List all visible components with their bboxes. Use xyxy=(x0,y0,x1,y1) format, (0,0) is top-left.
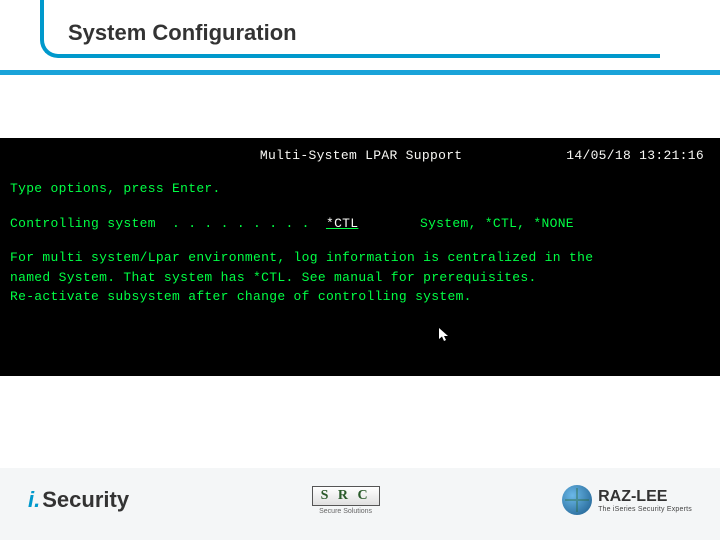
terminal-header: Multi-System LPAR Support 14/05/18 13:21… xyxy=(10,146,710,167)
field-hint: System, *CTL, *NONE xyxy=(420,214,574,235)
src-logo-tagline: Secure Solutions xyxy=(319,508,372,515)
slide-header: System Configuration xyxy=(0,0,720,70)
razlee-name: RAZ-LEE xyxy=(598,488,692,506)
terminal-field-row: Controlling system . . . . . . . . . *CT… xyxy=(10,214,710,235)
src-logo-text: S R C xyxy=(312,486,380,506)
controlling-system-input[interactable]: *CTL xyxy=(326,214,400,235)
terminal-screen: Multi-System LPAR Support 14/05/18 13:21… xyxy=(0,138,720,376)
src-logo: S R C Secure Solutions xyxy=(312,486,380,515)
terminal-title: Multi-System LPAR Support xyxy=(156,146,566,167)
isecurity-logo: i. Security xyxy=(28,487,129,513)
razlee-tagline: The iSeries Security Experts xyxy=(598,506,692,513)
logo-security-text: Security xyxy=(42,487,129,513)
razlee-text-group: RAZ-LEE The iSeries Security Experts xyxy=(598,488,692,513)
terminal-description: For multi system/Lpar environment, log i… xyxy=(10,248,710,307)
logo-i-text: i. xyxy=(28,487,40,513)
slide-footer: i. Security S R C Secure Solutions RAZ-L… xyxy=(0,468,720,540)
field-dots: . . . . . . . . . xyxy=(156,214,326,235)
page-title: System Configuration xyxy=(68,20,297,46)
mouse-cursor-icon xyxy=(439,328,449,342)
globe-icon xyxy=(562,485,592,515)
terminal-datetime: 14/05/18 13:21:16 xyxy=(566,146,704,167)
terminal-instruction: Type options, press Enter. xyxy=(10,179,710,200)
razlee-logo: RAZ-LEE The iSeries Security Experts xyxy=(562,485,692,515)
field-label: Controlling system xyxy=(10,214,156,235)
header-divider xyxy=(0,70,720,75)
